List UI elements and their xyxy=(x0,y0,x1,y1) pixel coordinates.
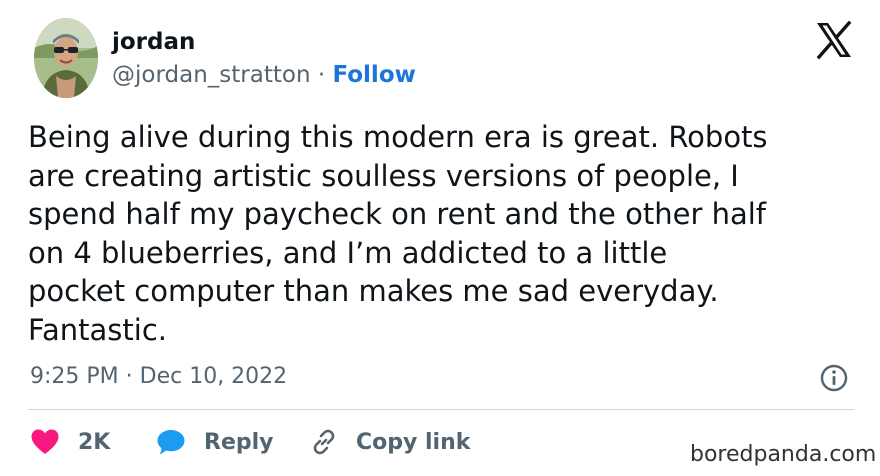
handle-row: @jordan_stratton · Follow xyxy=(112,60,416,90)
divider xyxy=(28,409,854,410)
tweet-card: jordan @jordan_stratton · Follow Being a… xyxy=(0,0,880,476)
x-logo-icon[interactable] xyxy=(814,20,854,60)
tweet-text: Being alive during this modern era is gr… xyxy=(28,120,768,347)
tweet-date: Dec 10, 2022 xyxy=(139,364,288,389)
tweet-timestamp[interactable]: 9:25 PM · Dec 10, 2022 xyxy=(30,362,287,392)
tweet-time: 9:25 PM xyxy=(30,364,119,389)
follow-button[interactable]: Follow xyxy=(332,62,415,88)
display-name[interactable]: jordan xyxy=(112,27,195,57)
avatar[interactable] xyxy=(34,18,98,98)
link-icon xyxy=(313,429,335,455)
heart-icon xyxy=(31,429,59,454)
reply-button[interactable]: Reply xyxy=(156,424,274,460)
copy-link-label: Copy link xyxy=(356,429,471,455)
like-count: 2K xyxy=(78,429,111,455)
user-handle[interactable]: @jordan_stratton xyxy=(112,62,311,88)
date-separator: · xyxy=(118,364,140,389)
handle-separator: · xyxy=(310,62,333,88)
like-button[interactable]: 2K xyxy=(30,424,110,460)
copy-link-button[interactable]: Copy link xyxy=(310,424,470,460)
avatar-photo xyxy=(34,18,98,98)
watermark: boredpanda.com xyxy=(690,442,877,467)
speech-bubble-icon xyxy=(157,430,185,455)
info-icon[interactable] xyxy=(819,363,849,393)
reply-label: Reply xyxy=(204,429,274,455)
